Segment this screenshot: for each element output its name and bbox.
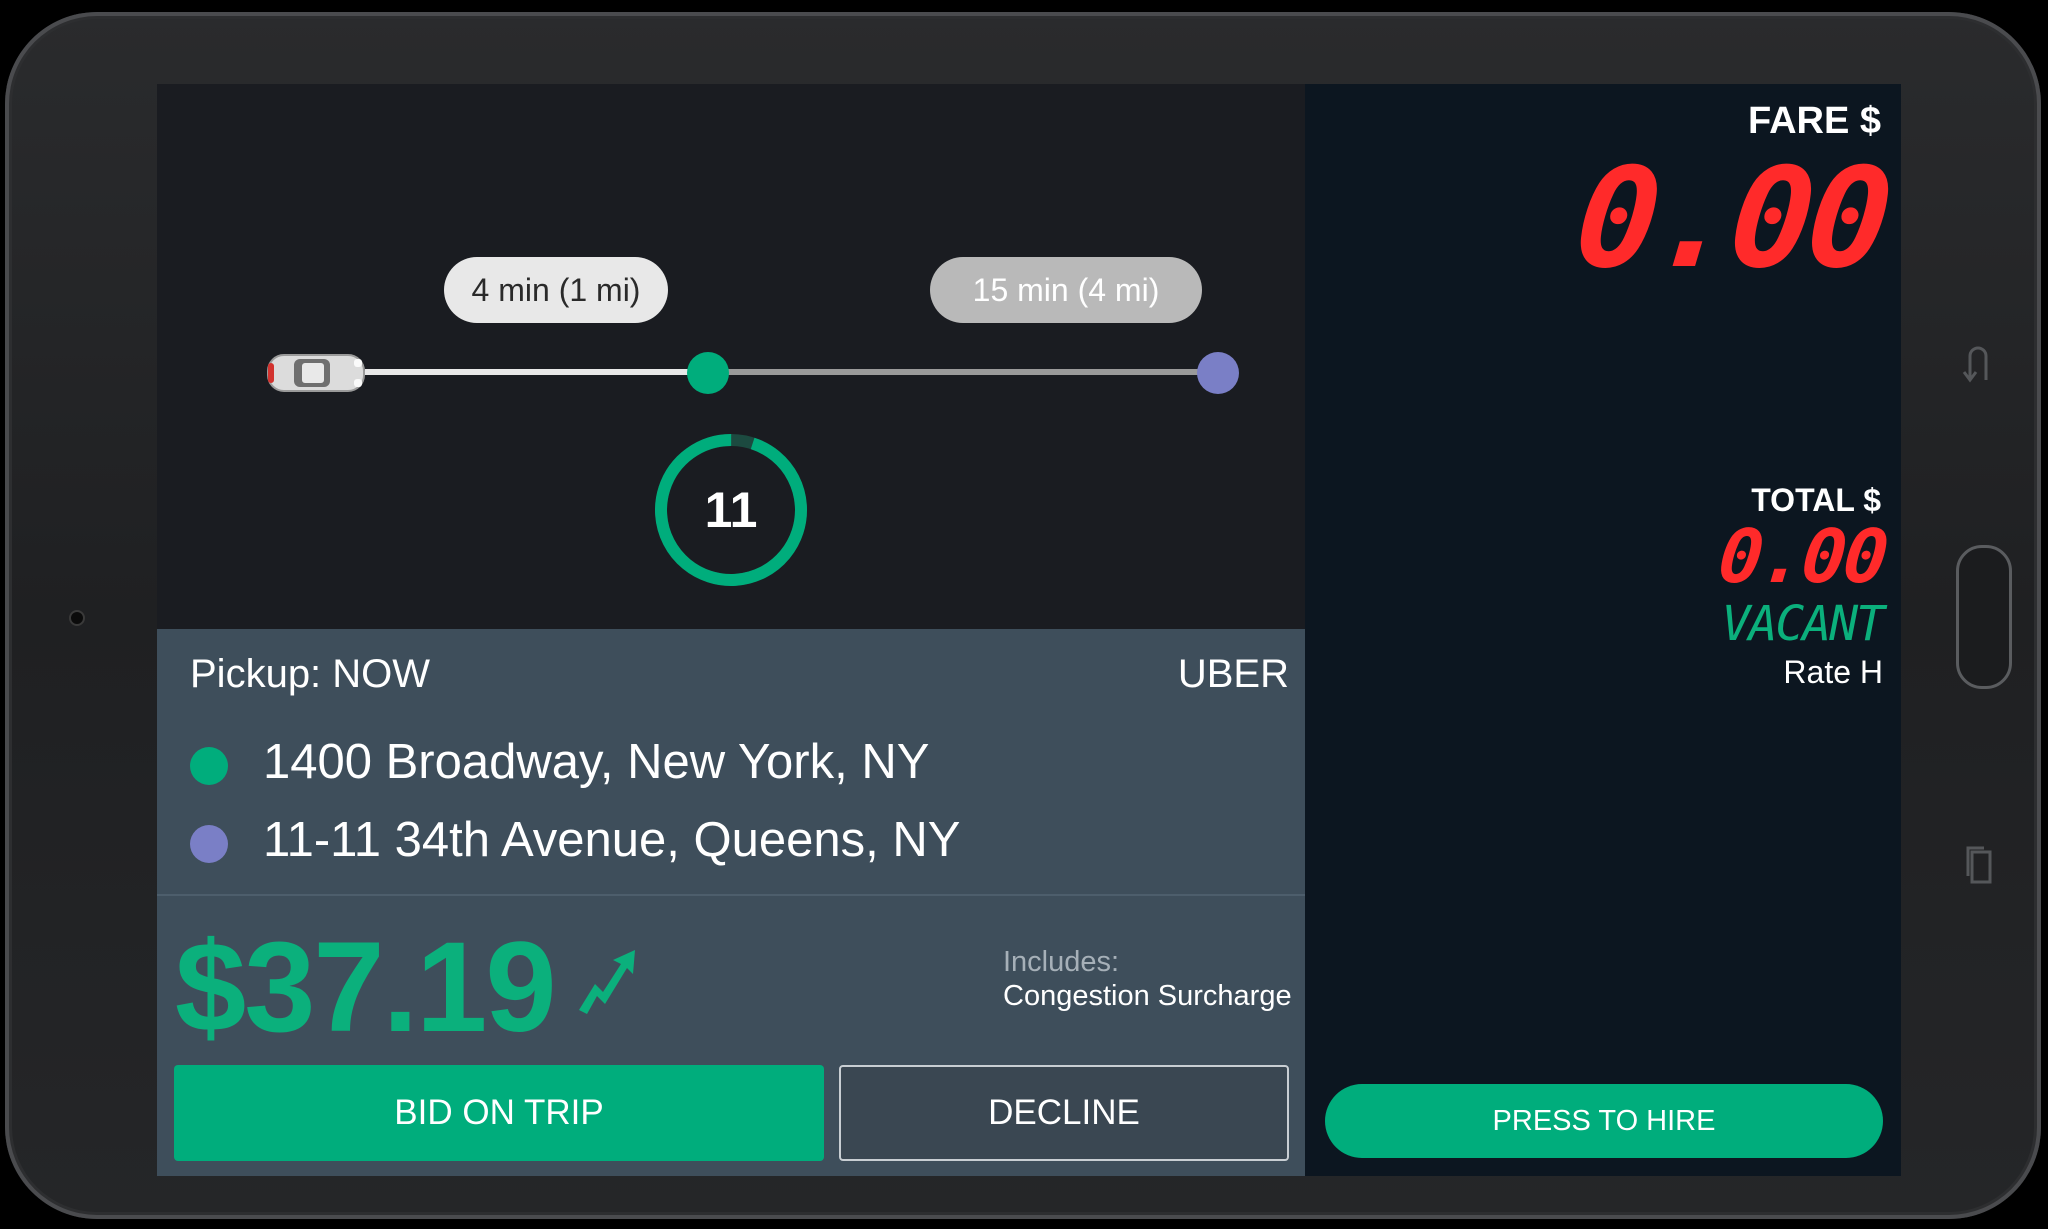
total-value: 0.00 bbox=[1714, 514, 1890, 600]
bid-on-trip-button[interactable]: BID ON TRIP bbox=[174, 1065, 824, 1161]
pickup-marker bbox=[687, 352, 729, 394]
route-progress-remaining bbox=[709, 369, 1219, 375]
includes-label: Includes: bbox=[1003, 946, 1120, 978]
screen: 4 min (1 mi) 15 min (4 mi) 11 Pickup: NO… bbox=[157, 84, 1901, 1176]
pickup-time-label: Pickup: NOW bbox=[190, 652, 431, 696]
home-key[interactable] bbox=[1956, 545, 2012, 689]
press-to-hire-button[interactable]: PRESS TO HIRE bbox=[1325, 1084, 1883, 1158]
surcharge-label: Congestion Surcharge bbox=[1003, 980, 1292, 1012]
meter-status: VACANT bbox=[1721, 596, 1885, 652]
dropoff-address-marker bbox=[190, 825, 228, 863]
route-progress-traveled bbox=[365, 369, 709, 375]
trip-timeline-panel: 4 min (1 mi) 15 min (4 mi) 11 bbox=[157, 84, 1305, 629]
dropoff-address: 11-11 34th Avenue, Queens, NY bbox=[263, 813, 961, 867]
pickup-address-marker bbox=[190, 747, 228, 785]
card-divider bbox=[157, 894, 1305, 896]
fare-label: FARE $ bbox=[1747, 100, 1881, 142]
recent-apps-icon[interactable] bbox=[1962, 842, 1998, 890]
tablet-frame: 4 min (1 mi) 15 min (4 mi) 11 Pickup: NO… bbox=[5, 12, 2041, 1219]
decline-button[interactable]: DECLINE bbox=[839, 1065, 1289, 1161]
dropoff-eta-pill: 15 min (4 mi) bbox=[930, 257, 1202, 323]
car-icon bbox=[267, 354, 365, 392]
surge-arrow-icon bbox=[579, 950, 635, 1014]
rate-label: Rate H bbox=[1783, 654, 1883, 690]
pickup-address: 1400 Broadway, New York, NY bbox=[263, 735, 930, 789]
front-camera bbox=[69, 610, 85, 626]
dropoff-marker bbox=[1197, 352, 1239, 394]
provider-label: UBER bbox=[1177, 652, 1289, 696]
pickup-eta-pill: 4 min (1 mi) bbox=[444, 257, 668, 323]
trip-price: $37.19 bbox=[175, 916, 556, 1059]
fare-value: 0.00 bbox=[1568, 138, 1894, 299]
back-key-icon[interactable] bbox=[1960, 342, 1994, 386]
taxi-meter-panel: FARE $ 0.00 TOTAL $ 0.00 VACANT Rate H P… bbox=[1305, 84, 1901, 1176]
countdown-value: 11 bbox=[704, 482, 758, 538]
